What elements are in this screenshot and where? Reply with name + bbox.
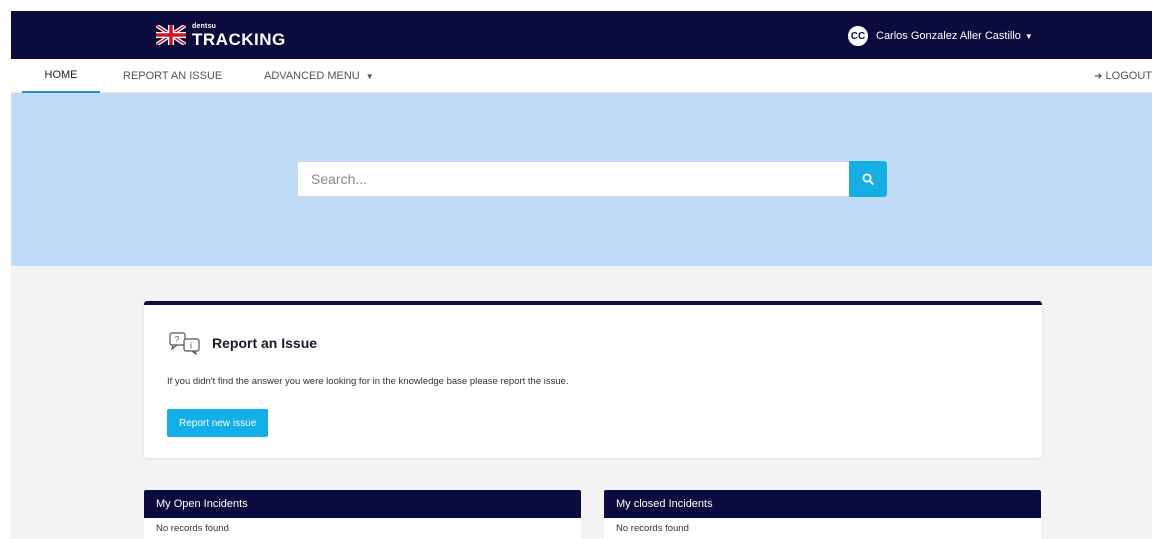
nav-report-label: REPORT AN ISSUE: [123, 70, 223, 82]
top-header: dentsu TRACKING CC Carlos Gonzalez Aller…: [11, 11, 1152, 59]
uk-flag-icon: [156, 25, 186, 45]
report-card-header: ? i Report an Issue: [168, 331, 317, 355]
brand-title: TRACKING: [192, 29, 286, 49]
report-card-description: If you didn't find the answer you were l…: [167, 376, 569, 387]
search-button[interactable]: [849, 161, 887, 197]
chevron-down-icon: ▼: [365, 71, 374, 81]
closed-incidents-title: My closed Incidents: [604, 490, 1041, 518]
brand-small-text: dentsu: [192, 22, 217, 30]
logout-icon: ➜: [1094, 70, 1103, 82]
nav-advanced-menu[interactable]: ADVANCED MENU ▼: [264, 59, 374, 93]
open-incidents-title: My Open Incidents: [144, 490, 581, 518]
avatar: CC: [847, 25, 869, 47]
nav-home-label: HOME: [44, 69, 78, 81]
search-input[interactable]: [297, 161, 849, 197]
report-card-title: Report an Issue: [212, 335, 318, 351]
main-nav: HOME REPORT AN ISSUE ADVANCED MENU ▼ ➜ L…: [11, 59, 1152, 93]
search-hero: [11, 93, 1152, 266]
chat-question-icon: ? i: [169, 332, 200, 355]
logout-label: LOGOUT: [1105, 70, 1152, 82]
left-gutter: [0, 0, 11, 539]
nav-home[interactable]: HOME: [22, 59, 100, 93]
brand-logo[interactable]: dentsu TRACKING: [156, 20, 286, 50]
nav-report-issue[interactable]: REPORT AN ISSUE: [123, 59, 222, 93]
user-name: Carlos Gonzalez Aller Castillo: [876, 30, 1021, 42]
chevron-down-icon: ▼: [1024, 31, 1033, 41]
search-bar: [297, 161, 889, 197]
svg-text:i: i: [190, 341, 192, 351]
nav-advanced-label: ADVANCED MENU: [264, 70, 360, 82]
main-content: ? i Report an Issue If you didn't find t…: [11, 266, 1152, 539]
open-incidents-panel: My Open Incidents No records found: [144, 490, 581, 539]
logout-link[interactable]: ➜ LOGOUT: [1094, 59, 1152, 93]
report-new-issue-button[interactable]: Report new issue: [167, 409, 269, 437]
user-menu[interactable]: CC Carlos Gonzalez Aller Castillo ▼: [847, 25, 1033, 47]
svg-text:?: ?: [175, 335, 180, 345]
open-incidents-empty: No records found: [156, 523, 229, 534]
search-icon: [862, 173, 874, 185]
closed-incidents-empty: No records found: [616, 523, 689, 534]
report-issue-card: ? i Report an Issue If you didn't find t…: [144, 301, 1042, 458]
closed-incidents-panel: My closed Incidents No records found: [604, 490, 1041, 539]
